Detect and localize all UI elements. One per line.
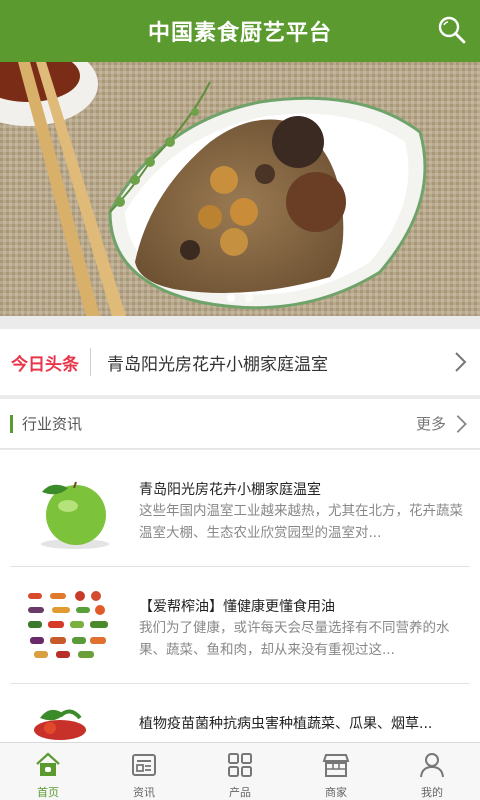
produce-thumbnail [34, 709, 86, 740]
chevron-right-icon[interactable] [450, 413, 472, 435]
carousel-dot-2[interactable] [245, 294, 253, 302]
list-item[interactable]: 青岛阳光房花卉小棚家庭温室 这些年国内温室工业越来越热，尤其在北方，花卉蔬菜温室… [10, 450, 470, 567]
tab-label: 我的 [421, 786, 443, 799]
news-icon [132, 754, 156, 776]
grid-icon [228, 753, 252, 777]
headline-tag: 今日头条 [11, 354, 79, 375]
search-icon[interactable] [436, 14, 468, 46]
shop-icon [322, 754, 350, 777]
user-icon [420, 753, 444, 778]
list-item[interactable]: 植物疫苗菌种抗病虫害种植蔬菜、瓜果、烟草... [10, 684, 470, 742]
headline-divider [90, 348, 91, 376]
news-title[interactable]: 【爱帮榨油】懂健康更懂食用油 [139, 596, 466, 616]
tab-label: 首页 [37, 786, 59, 799]
tab-label: 商家 [325, 786, 347, 799]
carousel-dots[interactable] [0, 294, 480, 302]
chevron-right-icon[interactable] [448, 350, 472, 374]
news-title[interactable]: 青岛阳光房花卉小棚家庭温室 [139, 479, 466, 499]
tab-products[interactable]: 产品 [192, 743, 288, 800]
list-item[interactable]: 【爱帮榨油】懂健康更懂食用油 我们为了健康，或许每天会尽量选择有不同营养的水果、… [10, 567, 470, 684]
more-link[interactable]: 更多 [416, 413, 446, 434]
vegetables-thumbnail [28, 591, 108, 658]
bottom-tab-bar: 首页 资讯 产品 商家 我的 [0, 742, 480, 800]
home-icon [36, 752, 60, 776]
app-page: 中国素食厨艺平台 今日头条 青岛阳光房花卉小棚家庭温室 行业资讯 更多 青岛阳光… [0, 0, 480, 800]
banner-image [0, 62, 480, 316]
tab-merchants[interactable]: 商家 [288, 743, 384, 800]
section-header: 行业资讯 更多 [0, 399, 480, 449]
section-title: 行业资讯 [22, 415, 83, 433]
banner-carousel[interactable] [0, 62, 480, 316]
tab-home[interactable]: 首页 [0, 743, 96, 800]
news-summary: 这些年国内温室工业越来越热，尤其在北方，花卉蔬菜温室大棚、生态农业欣赏园型的温室… [139, 503, 463, 541]
news-title[interactable]: 植物疫苗菌种抗病虫害种植蔬菜、瓜果、烟草... [139, 713, 466, 733]
tab-label: 资讯 [133, 786, 155, 799]
headline-text[interactable]: 青岛阳光房花卉小棚家庭温室 [107, 350, 448, 375]
tab-news[interactable]: 资讯 [96, 743, 192, 800]
apple-thumbnail [41, 481, 109, 549]
section-accent-bar [10, 414, 13, 433]
headline-bar[interactable]: 今日头条 青岛阳光房花卉小棚家庭温室 [0, 329, 480, 395]
top-bar: 中国素食厨艺平台 [0, 0, 480, 62]
news-summary [139, 734, 466, 742]
carousel-dot-1[interactable] [227, 294, 235, 302]
tab-mine[interactable]: 我的 [384, 743, 480, 800]
tab-label: 产品 [229, 786, 251, 799]
news-summary: 我们为了健康，或许每天会尽量选择有不同营养的水果、蔬菜、鱼和肉，却从来没有重视过… [139, 620, 450, 658]
news-list: 青岛阳光房花卉小棚家庭温室 这些年国内温室工业越来越热，尤其在北方，花卉蔬菜温室… [0, 450, 480, 742]
app-title: 中国素食厨艺平台 [147, 21, 332, 46]
